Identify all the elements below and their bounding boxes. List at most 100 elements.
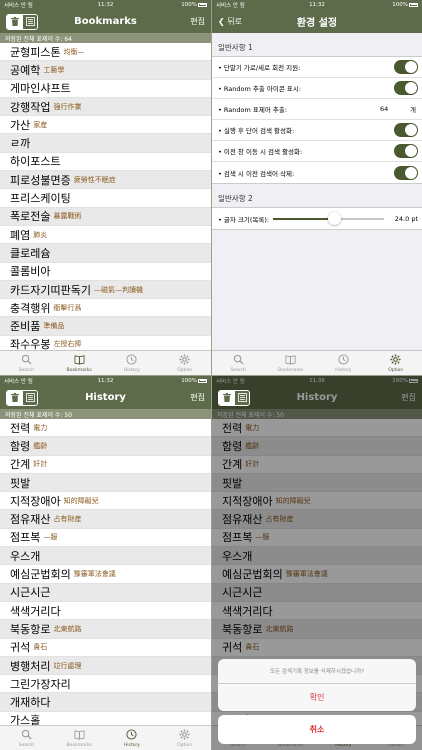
entry-hanja: 左授右捧: [53, 340, 82, 349]
list-item[interactable]: 예심군법회의 豫審軍法會議: [0, 565, 211, 584]
tab-label: Search: [18, 742, 35, 748]
list-item[interactable]: 피로성불면증 疲勞性不眠症: [0, 171, 211, 190]
search-on-back-toggle[interactable]: [394, 144, 418, 158]
tab-search[interactable]: Search: [0, 351, 53, 375]
setting-label: • 실행 후 단어 검색 활성화:: [218, 127, 295, 135]
entry-hanja: —磁氣—判讀機: [93, 285, 143, 294]
search-on-launch-toggle[interactable]: [394, 123, 418, 137]
bookmark-list: 균형피스톤 均衡— 공예학 工藝學 게마인샤프트 강행작업 强行作業 가산 家産 ㄹ까하이포스트피…: [0, 43, 211, 355]
list-item[interactable]: 하이포스트: [0, 153, 211, 172]
list-item[interactable]: 지적장애아 知的障礙兒: [0, 492, 211, 511]
entry-hanja: 竝行處理: [53, 661, 82, 670]
bulk-segment-control[interactable]: [6, 389, 38, 406]
trash-icon[interactable]: [7, 390, 22, 405]
list-item[interactable]: 전력 電力: [0, 419, 211, 438]
entry-hanja: 知的障礙兒: [63, 496, 99, 505]
tab-bookmarks[interactable]: Bookmarks: [265, 351, 318, 375]
tab-search[interactable]: Search: [212, 351, 265, 375]
bulk-segment-control[interactable]: [218, 389, 250, 406]
trash-icon[interactable]: [7, 14, 22, 29]
trash-icon[interactable]: [219, 390, 234, 405]
list-item[interactable]: 우스개: [0, 547, 211, 566]
clear-previous-toggle[interactable]: [394, 165, 418, 180]
list-item[interactable]: 점프복 —服: [0, 529, 211, 548]
rotation-toggle[interactable]: [394, 60, 418, 74]
tab-bar: Search Bookmarks History Option: [0, 725, 211, 750]
list-icon[interactable]: [22, 390, 37, 405]
tab-label: Option: [388, 367, 404, 373]
list-item[interactable]: 공예학 工藝學: [0, 61, 211, 80]
list-item[interactable]: 개재하다: [0, 693, 211, 712]
list-item[interactable]: 북동항로 北東航路: [0, 620, 211, 639]
setting-search-on-launch: • 실행 후 단어 검색 활성화:: [212, 120, 422, 141]
tab-option[interactable]: Option: [158, 726, 211, 750]
entry-hanja: 豫審軍法會議: [73, 570, 116, 579]
random-icon-toggle[interactable]: [394, 81, 418, 95]
tab-history[interactable]: History: [317, 351, 370, 375]
tab-option[interactable]: Option: [370, 351, 422, 375]
tab-bookmarks[interactable]: Bookmarks: [53, 726, 106, 750]
list-item[interactable]: 간계 奸計: [0, 456, 211, 474]
book-icon: [285, 354, 296, 368]
list-item[interactable]: 그린가장자리: [0, 675, 211, 694]
list-item[interactable]: 프리스케이팅: [0, 189, 211, 208]
entry-hanja: 肺炎: [33, 230, 48, 239]
list-item[interactable]: 핏발: [0, 473, 211, 493]
list-item[interactable]: 폭로전술 暴露戰術: [0, 207, 211, 226]
list-item[interactable]: 충격행위 衝擊行爲: [0, 299, 211, 318]
confirm-button[interactable]: 확인: [218, 684, 416, 711]
list-item[interactable]: 클로레슘: [0, 244, 211, 263]
list-item[interactable]: 가산 家産: [0, 116, 211, 135]
delete-action-sheet: 모든 검색기록 정보를 삭제하시겠습니까? 확인 취소: [218, 659, 416, 744]
tab-history[interactable]: History: [106, 726, 159, 750]
entry-word: 하이포스트: [10, 155, 61, 169]
list-item[interactable]: 색색거리다: [0, 602, 211, 621]
list-icon[interactable]: [22, 14, 37, 29]
list-item[interactable]: 준비품 準備品: [0, 317, 211, 336]
setting-rotation: • 단말기 가로/세로 회전 지원:: [212, 57, 422, 78]
list-icon[interactable]: [234, 390, 249, 405]
tab-bookmarks[interactable]: Bookmarks: [53, 351, 106, 375]
list-item[interactable]: 함령 艦齡: [0, 437, 211, 456]
count-label: 저장된 전체 표제어 수: 64: [0, 33, 211, 43]
random-count-input[interactable]: 64: [380, 105, 400, 113]
tab-history[interactable]: History: [106, 351, 159, 375]
entry-word: 함령: [10, 439, 31, 453]
list-item[interactable]: 게마인샤프트: [0, 80, 211, 98]
entry-hanja: 暴露戰術: [53, 212, 82, 221]
bulk-segment-control[interactable]: [6, 13, 38, 30]
history-delete-screen: 서비스 안 됨 11:36 100% History 편집 저장된 전체 표제어…: [211, 375, 422, 750]
tab-search[interactable]: Search: [0, 726, 53, 750]
back-button[interactable]: ❮ 뒤로: [218, 16, 242, 27]
list-item[interactable]: 폐염 肺炎: [0, 226, 211, 245]
list-item[interactable]: 병행처리竝行處理: [0, 656, 211, 676]
tab-label: Bookmarks: [66, 367, 92, 373]
entry-word: 게마인샤프트: [10, 82, 71, 96]
list-item[interactable]: 시근시근: [0, 583, 211, 602]
entry-word: 병행처리: [10, 659, 51, 673]
font-size-slider[interactable]: [273, 211, 384, 225]
tab-option[interactable]: Option: [158, 351, 211, 375]
edit-button[interactable]: 편집: [190, 16, 205, 27]
list-item[interactable]: 균형피스톤 均衡—: [0, 43, 211, 62]
setting-font-size: • 글자 크기(목록): 24.0 pt: [212, 208, 422, 229]
entry-hanja: 艦齡: [33, 441, 48, 450]
entry-hanja: 家産: [33, 120, 48, 129]
battery-icon: [198, 2, 207, 7]
entry-word: 공예학: [10, 63, 41, 77]
list-item[interactable]: 콜롬비아: [0, 263, 211, 281]
cancel-button[interactable]: 취소: [218, 715, 416, 744]
page-title: 환경 설정: [296, 18, 338, 29]
list-item[interactable]: ㄹ까: [0, 134, 211, 153]
list-item[interactable]: 귀석 貴石: [0, 639, 211, 657]
setting-label: • 검색 시 이전 검색어 삭제:: [218, 169, 295, 178]
edit-button[interactable]: 편집: [190, 392, 205, 403]
slider-knob[interactable]: [327, 211, 341, 225]
clock-text: 11:32: [309, 2, 325, 8]
gear-icon: [179, 353, 190, 368]
list-item[interactable]: 강행작업 强行作業: [0, 97, 211, 117]
list-item[interactable]: 점유재산 占有財産: [0, 510, 211, 529]
entry-word: 충격행위: [10, 301, 51, 315]
entry-hanja: 電力: [33, 423, 48, 432]
list-item[interactable]: 카드자기띠판독기 —磁氣—判讀機: [0, 280, 211, 300]
